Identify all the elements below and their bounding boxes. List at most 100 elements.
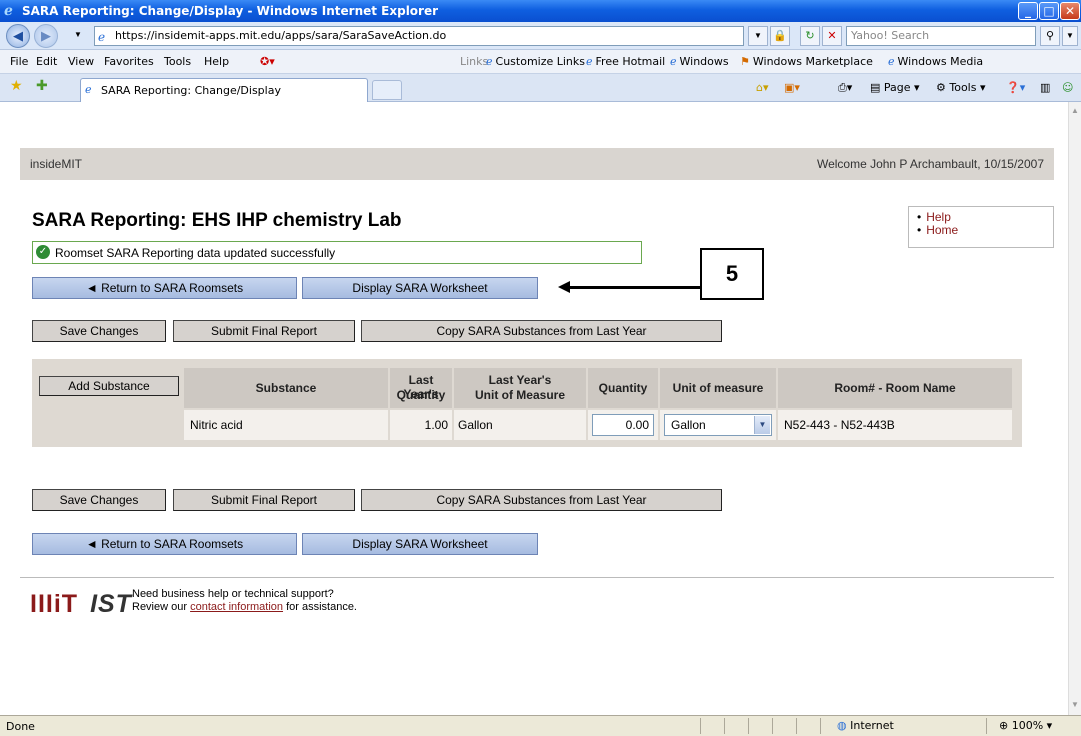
- menu-file[interactable]: File: [10, 55, 28, 68]
- uom-selected-value: Gallon: [671, 418, 706, 432]
- display-worksheet-button[interactable]: Display SARA Worksheet: [302, 277, 538, 299]
- research-icon[interactable]: ▥: [1040, 81, 1050, 94]
- home-icon[interactable]: ⌂▾: [756, 81, 769, 94]
- save-changes-button[interactable]: Save Changes: [32, 320, 166, 342]
- globe-icon: ◍: [837, 719, 847, 732]
- header-uom: Unit of measure: [660, 368, 776, 408]
- header-label: Unit of measure: [672, 381, 764, 395]
- zoom-icon: ⊕: [999, 719, 1009, 732]
- status-segment: [700, 718, 724, 734]
- lock-icon[interactable]: 🔒: [770, 26, 790, 46]
- vertical-scrollbar[interactable]: ▲ ▼: [1068, 102, 1081, 715]
- page-icon: ℯ: [85, 83, 92, 96]
- security-zone[interactable]: ◍ Internet: [820, 718, 986, 734]
- stop-icon[interactable]: ✕: [822, 26, 842, 46]
- search-options-button[interactable]: ▼: [1062, 26, 1078, 46]
- link-page-icon: ℯ: [670, 55, 677, 68]
- minimize-button[interactable]: _: [1018, 2, 1038, 20]
- new-tab-button[interactable]: [372, 80, 402, 100]
- link-customize[interactable]: ℯ Customize Links: [486, 55, 585, 68]
- substance-table: Add Substance Substance Last Year's Quan…: [32, 359, 1022, 447]
- chevron-down-icon[interactable]: ▼: [754, 416, 770, 434]
- zone-label: Internet: [850, 719, 894, 732]
- link-page-icon: ℯ: [586, 55, 593, 68]
- page-content: insideMIT Welcome John P Archambault, 10…: [0, 102, 1068, 715]
- link-label: Windows Media: [897, 55, 984, 68]
- mit-logo-text: ΙΙΙiΤ: [30, 590, 79, 618]
- link-label: Windows Marketplace: [752, 55, 873, 68]
- page-menu[interactable]: ▤ Page ▾: [870, 81, 920, 94]
- favorites-star-icon[interactable]: ★: [10, 78, 23, 94]
- support-text-post: for assistance.: [283, 601, 357, 613]
- submit-final-report-button-bottom[interactable]: Submit Final Report: [173, 489, 355, 511]
- link-windows[interactable]: ℯ Windows: [670, 55, 729, 68]
- site-header: insideMIT Welcome John P Archambault, 10…: [20, 148, 1054, 180]
- url-dropdown-button[interactable]: ▼: [748, 26, 768, 46]
- header-last-quantity: Last Year's Quantity: [390, 368, 452, 408]
- return-to-roomsets-button-bottom[interactable]: ◄ Return to SARA Roomsets: [32, 533, 297, 555]
- menu-tools[interactable]: Tools: [164, 55, 191, 68]
- zoom-control[interactable]: ⊕ 100% ▾: [986, 718, 1081, 734]
- display-worksheet-button-bottom[interactable]: Display SARA Worksheet: [302, 533, 538, 555]
- header-room: Room# - Room Name: [778, 368, 1012, 408]
- link-hotmail[interactable]: ℯ Free Hotmail: [586, 55, 665, 68]
- home-link[interactable]: Home: [917, 224, 1053, 237]
- add-substance-button[interactable]: Add Substance: [39, 376, 179, 396]
- print-icon[interactable]: ⎙▾: [838, 81, 852, 95]
- scroll-up-icon[interactable]: ▲: [1071, 106, 1079, 115]
- success-text: Roomset SARA Reporting data updated succ…: [55, 246, 336, 260]
- header-label: Quantity: [598, 381, 648, 395]
- success-message: ✓ Roomset SARA Reporting data updated su…: [32, 241, 642, 264]
- contact-information-link[interactable]: contact information: [190, 601, 283, 613]
- url-input[interactable]: ℯ https://insidemit-apps.mit.edu/apps/sa…: [94, 26, 744, 46]
- save-changes-button-bottom[interactable]: Save Changes: [32, 489, 166, 511]
- maximize-button[interactable]: □: [1039, 2, 1059, 20]
- link-marketplace[interactable]: ⚑ Windows Marketplace: [740, 55, 873, 68]
- cell-quantity: 0.00: [588, 410, 658, 440]
- link-media[interactable]: ℯ Windows Media: [888, 55, 983, 68]
- status-segment: [796, 718, 820, 734]
- toolbar-addon-icon[interactable]: ✪▾: [260, 55, 275, 68]
- feeds-icon[interactable]: ▣▾: [784, 81, 800, 94]
- support-line-1: Need business help or technical support?: [132, 588, 334, 600]
- forward-button[interactable]: ▶: [34, 24, 58, 48]
- tab-sara-reporting[interactable]: ℯ SARA Reporting: Change/Display: [80, 78, 368, 102]
- link-label: Free Hotmail: [595, 55, 666, 68]
- search-input[interactable]: Yahoo! Search: [846, 26, 1036, 46]
- close-button[interactable]: ✕: [1060, 2, 1080, 20]
- tab-bar: ★ ✚ ℯ SARA Reporting: Change/Display ⌂▾ …: [0, 74, 1081, 102]
- menu-help[interactable]: Help: [204, 55, 229, 68]
- copy-substances-button-bottom[interactable]: Copy SARA Substances from Last Year: [361, 489, 722, 511]
- search-placeholder: Yahoo! Search: [851, 29, 930, 42]
- page-menu-label: Page: [883, 81, 911, 94]
- windows-flag-icon: ⚑: [740, 55, 750, 68]
- cell-last-uom: Gallon: [454, 410, 586, 440]
- links-label: Links: [460, 55, 489, 68]
- submit-final-report-button[interactable]: Submit Final Report: [173, 320, 355, 342]
- page-title: SARA Reporting: EHS IHP chemistry Lab: [32, 210, 402, 231]
- header-label: Quantity: [396, 388, 446, 402]
- search-icon[interactable]: ⚲: [1040, 26, 1060, 46]
- menu-view[interactable]: View: [68, 55, 94, 68]
- tools-menu[interactable]: ⚙ Tools ▾: [936, 81, 986, 94]
- scroll-down-icon[interactable]: ▼: [1071, 700, 1079, 709]
- back-button[interactable]: ◀: [6, 24, 30, 48]
- cell-uom: Gallon ▼: [660, 410, 776, 440]
- return-to-roomsets-button[interactable]: ◄ Return to SARA Roomsets: [32, 277, 297, 299]
- link-label: Customize Links: [495, 55, 586, 68]
- quantity-input[interactable]: 0.00: [592, 414, 654, 436]
- cell-substance: Nitric acid: [184, 410, 388, 440]
- messenger-icon[interactable]: ☺: [1062, 81, 1073, 94]
- refresh-icon[interactable]: ↻: [800, 26, 820, 46]
- menu-favorites[interactable]: Favorites: [104, 55, 154, 68]
- add-favorite-icon[interactable]: ✚: [36, 78, 48, 94]
- history-dropdown-icon[interactable]: ▼: [74, 30, 82, 39]
- copy-substances-button[interactable]: Copy SARA Substances from Last Year: [361, 320, 722, 342]
- help-icon[interactable]: ❓▾: [1006, 81, 1025, 94]
- tab-label: SARA Reporting: Change/Display: [101, 84, 281, 97]
- menu-edit[interactable]: Edit: [36, 55, 57, 68]
- url-text: https://insidemit-apps.mit.edu/apps/sara…: [115, 29, 447, 42]
- support-text-pre: Review our: [132, 601, 191, 613]
- window-titlebar: ℯ SARA Reporting: Change/Display - Windo…: [0, 0, 1081, 22]
- unit-of-measure-select[interactable]: Gallon ▼: [664, 414, 772, 436]
